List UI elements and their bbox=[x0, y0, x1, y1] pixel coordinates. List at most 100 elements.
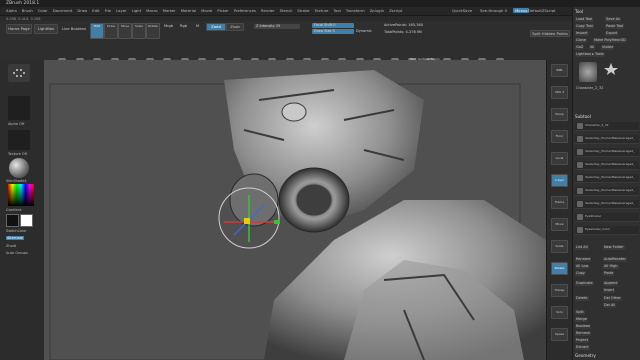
clone-button[interactable]: Clone bbox=[575, 38, 587, 43]
rgb-button[interactable]: Rgb bbox=[180, 24, 187, 28]
subtool-row[interactable]: Yesterday_HumanMaleAverage2_ bbox=[575, 135, 639, 144]
lightbox-button[interactable]: LightBox bbox=[34, 24, 58, 34]
default-zscript-button[interactable]: DefaultZScript bbox=[528, 8, 556, 13]
rename-button[interactable]: Rename bbox=[575, 257, 592, 262]
menus-button[interactable]: Menus bbox=[513, 8, 530, 13]
shelf-button-frame[interactable]: Frame bbox=[551, 196, 568, 209]
auto-groups-button[interactable]: Auto Groups bbox=[6, 251, 28, 255]
shelf-button-transp[interactable]: Transp bbox=[551, 284, 568, 297]
dynamic-button[interactable]: Dynamic bbox=[356, 29, 372, 33]
menu-item-marker[interactable]: Marker bbox=[163, 7, 176, 15]
copy-tool-button[interactable]: Copy Tool bbox=[575, 24, 594, 29]
del-all-button[interactable]: Del All bbox=[603, 303, 617, 308]
insert-button[interactable]: Insert bbox=[603, 288, 616, 293]
merge-menu[interactable]: Merge bbox=[575, 317, 588, 322]
shelf-button-spix-3[interactable]: SPix 3 bbox=[551, 86, 568, 99]
menu-item-macro[interactable]: Macro bbox=[146, 7, 158, 15]
zadd-button[interactable]: Zadd bbox=[206, 23, 226, 31]
subtool-row[interactable]: Yesterday_HumanMaleAverage2_ bbox=[575, 174, 639, 183]
switch-color-button[interactable]: SwitchColor bbox=[6, 229, 27, 233]
alpha-thumbnail[interactable] bbox=[8, 96, 30, 120]
color-picker[interactable] bbox=[8, 184, 34, 206]
delete-button[interactable]: Delete bbox=[575, 296, 589, 301]
edit-mode-button[interactable]: Edit bbox=[90, 23, 104, 39]
menu-item-file[interactable]: File bbox=[105, 7, 111, 15]
subtool-row[interactable]: Eyeshader_Color bbox=[575, 226, 639, 235]
menu-item-brush[interactable]: Brush bbox=[22, 7, 33, 15]
menu-item-zplugin[interactable]: Zplugin bbox=[370, 7, 384, 15]
auto-reorder-button[interactable]: AutoReorder bbox=[603, 257, 627, 262]
rotate-mode-button[interactable]: Rotate bbox=[146, 23, 160, 39]
subtool-row[interactable]: Yesterday_HumanMaleAverage2_ bbox=[575, 161, 639, 170]
menu-item-preferences[interactable]: Preferences bbox=[234, 7, 256, 15]
menu-item-transform[interactable]: Transform bbox=[346, 7, 365, 15]
live-boolean-button[interactable]: Live Boolean bbox=[60, 24, 88, 34]
paste-button[interactable]: Paste bbox=[603, 271, 615, 276]
all-high-button[interactable]: All High bbox=[603, 264, 619, 269]
material-sphere[interactable] bbox=[9, 158, 29, 178]
subtool-header[interactable]: Subtool bbox=[575, 114, 591, 119]
m-button[interactable]: M bbox=[196, 24, 199, 28]
menu-item-stencil[interactable]: Stencil bbox=[280, 7, 293, 15]
shelf-button-local[interactable]: Local bbox=[551, 152, 568, 165]
draw-size-slider[interactable]: Draw Size 5 bbox=[312, 29, 354, 34]
move-mode-button[interactable]: Move bbox=[118, 23, 132, 39]
split-menu[interactable]: Split bbox=[575, 310, 585, 315]
make-polymesh-button[interactable]: Make PolyMesh3D bbox=[593, 38, 627, 43]
subtool-row[interactable]: Yesterday_HumanMaleAverage2_ bbox=[575, 200, 639, 209]
menu-item-material[interactable]: Material bbox=[181, 7, 196, 15]
menu-item-light[interactable]: Light bbox=[132, 7, 141, 15]
alternate-button[interactable]: Alternate bbox=[6, 236, 25, 240]
shelf-button-scale[interactable]: Scale bbox=[551, 240, 568, 253]
current-tool-thumbnail[interactable] bbox=[579, 62, 597, 82]
list-all-button[interactable]: List All bbox=[575, 245, 589, 250]
menu-item-picker[interactable]: Picker bbox=[217, 7, 228, 15]
texture-thumbnail[interactable] bbox=[8, 130, 30, 150]
subtool-row[interactable]: Yesterday_HumanMaleAverage2_ bbox=[575, 187, 639, 196]
shelf-button-rotate[interactable]: Rotate bbox=[551, 262, 568, 275]
lightbox-tools-button[interactable]: Lightbox ▸ Tools bbox=[575, 52, 605, 57]
menu-item-edit[interactable]: Edit bbox=[92, 7, 99, 15]
geometry-header[interactable]: Geometry bbox=[575, 353, 596, 358]
export-button[interactable]: Export bbox=[605, 31, 619, 36]
subtool-row[interactable]: Character_2_32 bbox=[575, 122, 639, 131]
duplicate-button[interactable]: Duplicate bbox=[575, 281, 594, 286]
shelf-button-xpose[interactable]: Xpose bbox=[551, 328, 568, 341]
menu-item-alpha[interactable]: Alpha bbox=[6, 7, 17, 15]
draw-mode-button[interactable]: Draw bbox=[104, 23, 118, 39]
zsub-button[interactable]: Zsub bbox=[226, 23, 244, 31]
copy-button[interactable]: Copy bbox=[575, 271, 586, 276]
boolean-menu[interactable]: Boolean bbox=[575, 324, 592, 329]
paste-tool-button[interactable]: Paste Tool bbox=[605, 24, 625, 29]
document-viewport[interactable] bbox=[44, 60, 546, 360]
extract-menu[interactable]: Extract bbox=[575, 345, 590, 350]
shelf-button-floor[interactable]: Floor bbox=[551, 130, 568, 143]
goz-button[interactable]: GoZ bbox=[575, 45, 585, 50]
quicksave-button[interactable]: QuickSave bbox=[452, 8, 472, 13]
mrgb-button[interactable]: Mrgb bbox=[164, 24, 173, 28]
shelf-button-l-sym[interactable]: L.Sym bbox=[551, 174, 568, 187]
secondary-color-swatch[interactable] bbox=[20, 214, 33, 227]
shelf-button-bpr[interactable]: BPR bbox=[551, 64, 568, 77]
menu-item-layer[interactable]: Layer bbox=[116, 7, 127, 15]
load-tool-button[interactable]: Load Tool bbox=[575, 17, 594, 22]
append-button[interactable]: Append bbox=[603, 281, 619, 286]
menu-item-document[interactable]: Document bbox=[53, 7, 73, 15]
menu-item-draw[interactable]: Draw bbox=[77, 7, 87, 15]
remesh-menu[interactable]: Remesh bbox=[575, 331, 592, 336]
menu-item-stroke[interactable]: Stroke bbox=[297, 7, 309, 15]
scale-mode-button[interactable]: Scale bbox=[132, 23, 146, 39]
shelf-button-move[interactable]: Move bbox=[551, 218, 568, 231]
del-other-button[interactable]: Del Other bbox=[603, 296, 622, 301]
main-color-swatch[interactable] bbox=[6, 214, 19, 227]
shelf-button-persp[interactable]: Persp bbox=[551, 108, 568, 121]
stroke-thumbnail[interactable] bbox=[8, 64, 30, 82]
import-button[interactable]: Import bbox=[575, 31, 589, 36]
z-intensity-slider[interactable]: Z Intensity 25 bbox=[254, 24, 300, 29]
goz-all-button[interactable]: All bbox=[589, 45, 596, 50]
menu-item-movie[interactable]: Movie bbox=[201, 7, 212, 15]
menu-item-tool[interactable]: Tool bbox=[333, 7, 340, 15]
see-through-slider[interactable]: See-through 0 bbox=[480, 8, 507, 13]
subtool-row[interactable]: Yesterday_HumanMaleAverage2_ bbox=[575, 148, 639, 157]
zhold-button[interactable]: Zhold bbox=[6, 244, 16, 248]
